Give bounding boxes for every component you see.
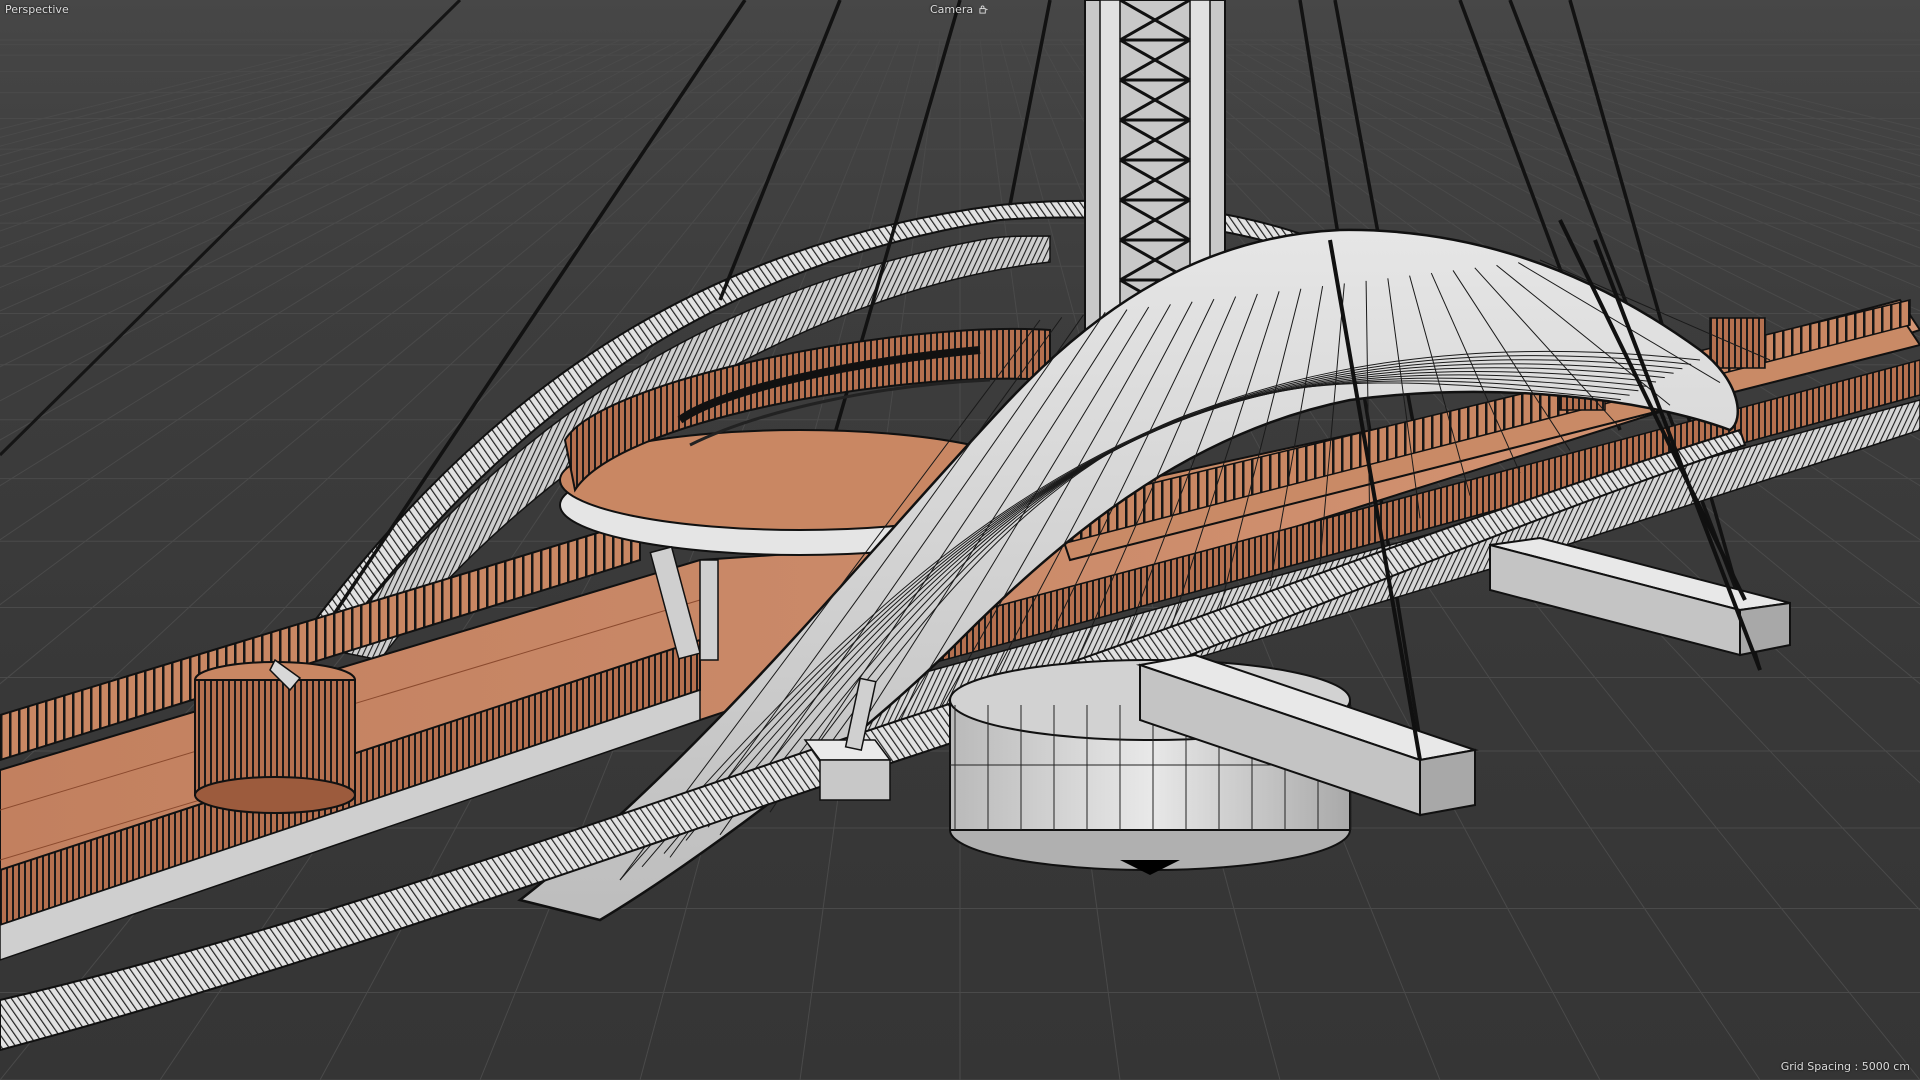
stay-cable[interactable] xyxy=(0,0,462,457)
grid-spacing-readout: Grid Spacing : 5000 cm xyxy=(1780,1060,1910,1073)
camera-label: Camera xyxy=(930,3,974,16)
scene-canvas[interactable] xyxy=(0,0,1920,1080)
camera-menu[interactable]: Camera xyxy=(930,3,988,17)
camera-lock-icon[interactable] xyxy=(979,5,988,14)
stair-shaft-left[interactable] xyxy=(194,658,356,814)
viewport-view-label[interactable]: Perspective xyxy=(5,3,69,17)
perspective-viewport[interactable]: Perspective Camera Grid Spacing : 5000 c… xyxy=(0,0,1920,1080)
